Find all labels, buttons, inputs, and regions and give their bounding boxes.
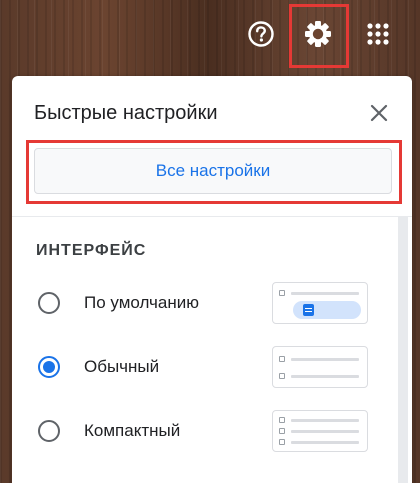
all-settings-highlight-box (26, 140, 402, 204)
preview-compact (272, 410, 368, 452)
close-button[interactable] (364, 98, 394, 128)
preview-comfortable (272, 346, 368, 388)
density-option-compact[interactable]: Компактный (34, 410, 374, 452)
document-icon (303, 304, 314, 316)
option-label: По умолчанию (84, 293, 199, 312)
density-option-comfortable[interactable]: Обычный (34, 346, 374, 388)
apps-grid-icon (367, 23, 389, 45)
divider (12, 216, 412, 217)
scrollbar[interactable] (398, 216, 408, 483)
preview-default (272, 282, 368, 324)
radio-comfortable[interactable] (38, 356, 60, 378)
apps-button[interactable] (358, 14, 398, 54)
attachment-chip (293, 301, 361, 319)
help-circle-icon (248, 21, 274, 47)
quick-settings-panel: Быстрые настройки Все настройки ИНТЕРФЕЙ… (12, 76, 412, 483)
radio-default[interactable] (38, 292, 60, 314)
help-button[interactable] (241, 14, 281, 54)
option-label: Обычный (84, 357, 160, 376)
settings-highlight-box (289, 4, 349, 68)
density-option-default[interactable]: По умолчанию (34, 282, 374, 324)
close-icon (370, 104, 388, 122)
top-bar (0, 0, 420, 70)
density-heading: ИНТЕРФЕЙС (36, 242, 147, 259)
panel-title: Быстрые настройки (34, 102, 218, 124)
radio-compact[interactable] (38, 420, 60, 442)
option-label: Компактный (84, 421, 181, 440)
